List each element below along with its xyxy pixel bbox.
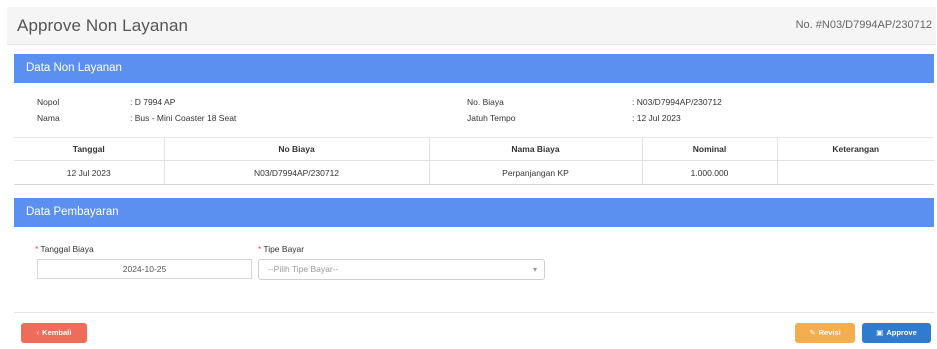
tipe-bayar-select[interactable]: --Pilih Tipe Bayar-- ▾ <box>258 259 545 280</box>
jatuh-tempo-value: : 12 Jul 2023 <box>632 113 681 123</box>
nopol-label: Nopol <box>37 97 60 107</box>
tanggal-biaya-label: * Tanggal Biaya <box>35 244 94 254</box>
document-number: No. #N03/D7994AP/230712 <box>795 19 932 31</box>
required-marker: * <box>258 244 262 254</box>
label-text: Tanggal Biaya <box>40 244 94 254</box>
section-title: Data Pembayaran <box>26 206 119 218</box>
cell-tanggal: 12 Jul 2023 <box>14 160 165 185</box>
cell-keterangan <box>777 160 934 185</box>
page-header: Approve Non Layanan No. #N03/D7994AP/230… <box>7 7 936 45</box>
tanggal-biaya-input[interactable]: 2024-10-25 <box>37 259 252 279</box>
jatuh-tempo-label: Jatuh Tempo <box>467 113 516 123</box>
footer-divider <box>14 312 934 313</box>
tipe-bayar-label: * Tipe Bayar <box>258 244 304 254</box>
save-icon: ▣ <box>876 328 884 337</box>
cell-nominal: 1.000.000 <box>642 160 778 185</box>
back-button-label: Kembali <box>42 328 72 337</box>
approve-button-label: Approve <box>886 328 917 337</box>
label-text: Tipe Bayar <box>263 244 305 254</box>
column-header-tanggal: Tanggal <box>14 137 165 161</box>
chevron-down-icon: ▾ <box>532 265 537 274</box>
section-header-pembayaran: Data Pembayaran <box>14 198 934 227</box>
page-title: Approve Non Layanan <box>17 16 189 35</box>
select-placeholder: --Pilih Tipe Bayar-- <box>268 264 339 274</box>
nama-value: : Bus - Mini Coaster 18 Seat <box>130 113 237 123</box>
edit-icon: ✎ <box>809 328 816 337</box>
biaya-table: Tanggal No Biaya Nama Biaya Nominal Kete… <box>14 137 934 185</box>
no-biaya-value: : N03/D7994AP/230712 <box>632 97 722 107</box>
section-header-non-layanan: Data Non Layanan <box>14 54 934 83</box>
table-row: 12 Jul 2023 N03/D7994AP/230712 Perpanjan… <box>14 160 934 185</box>
nama-label: Nama <box>37 113 60 123</box>
no-biaya-label: No. Biaya <box>467 97 504 107</box>
revisi-button[interactable]: ✎ Revisi <box>795 323 855 343</box>
section-title: Data Non Layanan <box>26 62 122 74</box>
nopol-value: : D 7994 AP <box>130 97 176 107</box>
column-header-nama-biaya: Nama Biaya <box>429 137 643 161</box>
chevron-left-icon: ‹ <box>36 328 40 337</box>
column-header-keterangan: Keterangan <box>777 137 934 161</box>
approve-button[interactable]: ▣ Approve <box>862 323 931 343</box>
column-header-nominal: Nominal <box>642 137 778 161</box>
column-header-no-biaya: No Biaya <box>164 137 430 161</box>
cell-nama-biaya: Perpanjangan KP <box>429 160 643 185</box>
table-header-row: Tanggal No Biaya Nama Biaya Nominal Kete… <box>14 137 934 161</box>
required-marker: * <box>35 244 39 254</box>
revisi-button-label: Revisi <box>818 328 841 337</box>
cell-no-biaya: N03/D7994AP/230712 <box>164 160 430 185</box>
back-button[interactable]: ‹ Kembali <box>21 323 87 343</box>
